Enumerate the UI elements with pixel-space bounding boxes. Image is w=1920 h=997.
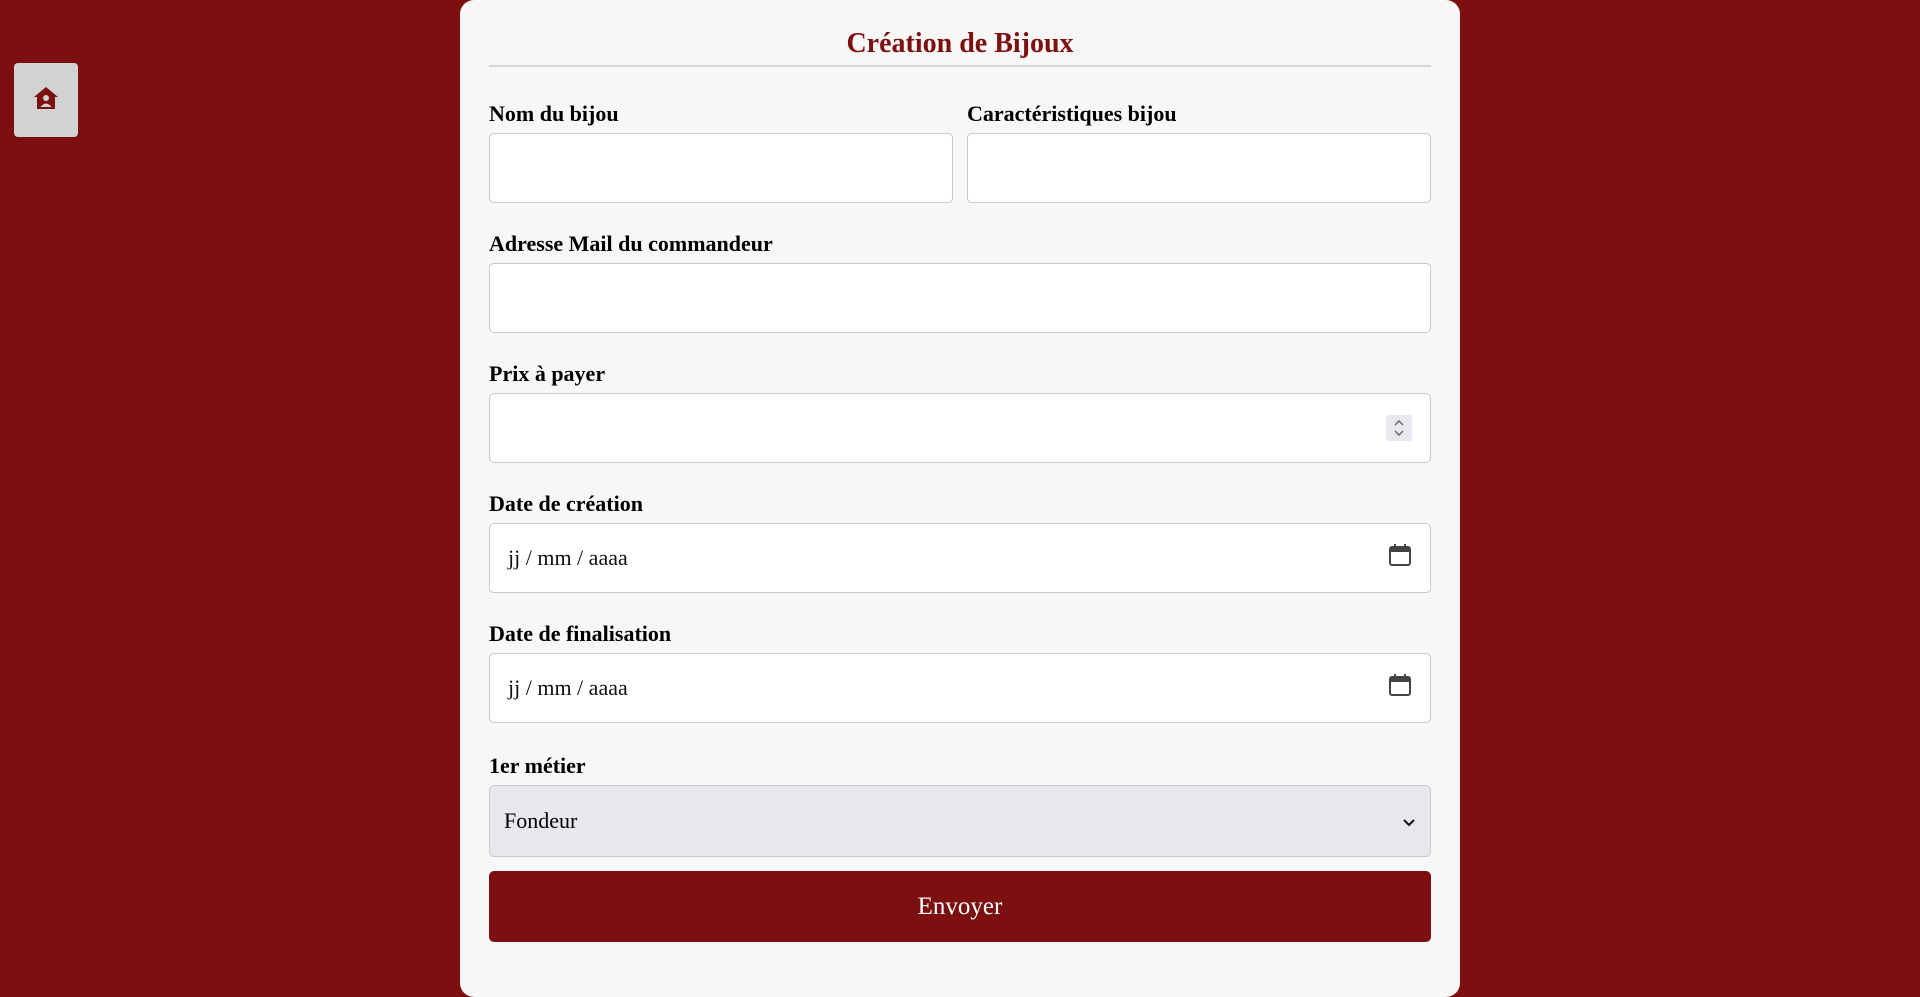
nom-label: Nom du bijou xyxy=(489,101,619,126)
metier-selected-value: Fondeur xyxy=(504,808,578,833)
email-input[interactable] xyxy=(489,263,1431,333)
nom-input[interactable] xyxy=(489,133,953,203)
date-finalisation-placeholder: jj / mm / aaaa xyxy=(508,675,628,700)
field-date-finalisation: Date de finalisation jj / mm / aaaa xyxy=(489,621,1431,723)
date-creation-placeholder: jj / mm / aaaa xyxy=(508,545,628,570)
email-label: Adresse Mail du commandeur xyxy=(489,231,773,256)
metier-select[interactable]: Fondeur xyxy=(489,785,1431,857)
caracteristiques-label: Caractéristiques bijou xyxy=(967,101,1177,126)
date-finalisation-label: Date de finalisation xyxy=(489,621,672,646)
prix-input[interactable] xyxy=(489,393,1431,463)
chevron-down-icon xyxy=(1402,808,1416,834)
number-spinner[interactable] xyxy=(1386,415,1412,441)
date-creation-label: Date de création xyxy=(489,491,643,516)
date-finalisation-input[interactable]: jj / mm / aaaa xyxy=(489,653,1431,723)
field-prix: Prix à payer xyxy=(489,361,1431,463)
row-nom-caracteristiques: Nom du bijou Caractéristiques bijou xyxy=(489,101,1431,203)
calendar-icon[interactable] xyxy=(1388,673,1412,703)
field-caracteristiques: Caractéristiques bijou xyxy=(967,101,1431,203)
field-email: Adresse Mail du commandeur xyxy=(489,231,1431,333)
field-nom: Nom du bijou xyxy=(489,101,953,203)
submit-button[interactable]: Envoyer xyxy=(489,871,1431,942)
caracteristiques-input[interactable] xyxy=(967,133,1431,203)
calendar-icon[interactable] xyxy=(1388,543,1412,573)
home-button[interactable] xyxy=(14,63,78,137)
house-icon xyxy=(33,86,59,115)
spinner-arrows-icon xyxy=(1394,420,1404,436)
date-creation-input[interactable]: jj / mm / aaaa xyxy=(489,523,1431,593)
form-title: Création de Bijoux xyxy=(489,0,1431,67)
field-date-creation: Date de création jj / mm / aaaa xyxy=(489,491,1431,593)
prix-label: Prix à payer xyxy=(489,361,606,386)
form-card: Création de Bijoux Nom du bijou Caractér… xyxy=(460,0,1460,997)
metier-label: 1er métier xyxy=(489,753,586,778)
field-metier: 1er métier Fondeur xyxy=(489,753,1431,857)
